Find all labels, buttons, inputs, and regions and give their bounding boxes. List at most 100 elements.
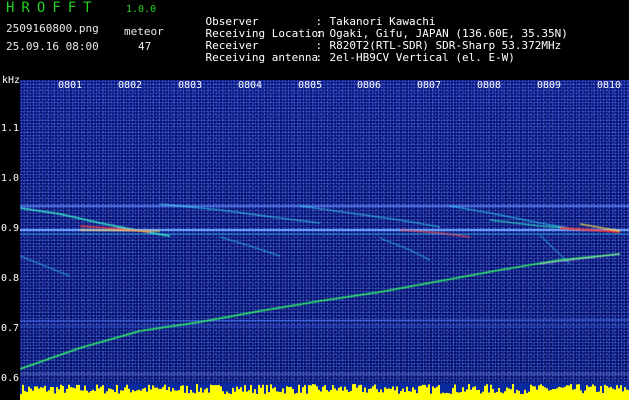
strip-bar	[516, 389, 518, 400]
strip-bar	[460, 391, 462, 400]
strip-bar	[492, 388, 494, 400]
strip-bar	[60, 384, 62, 400]
meteor-trace	[449, 205, 581, 231]
strip-bar	[120, 390, 122, 400]
strip-bar	[210, 384, 212, 400]
strip-bar	[188, 393, 190, 400]
strip-bar	[626, 389, 628, 400]
strip-bar	[160, 388, 162, 400]
strip-bar	[344, 386, 346, 400]
strip-bar	[602, 392, 604, 400]
strip-bar	[484, 385, 486, 400]
strip-bar	[296, 392, 298, 400]
strip-bar	[88, 392, 90, 400]
strip-bar	[536, 389, 538, 400]
strip-bar	[132, 389, 134, 400]
strip-bar	[110, 388, 112, 400]
strip-bar	[204, 389, 206, 400]
strip-bar	[230, 393, 232, 400]
strip-bar	[38, 388, 40, 400]
strip-bar	[122, 390, 124, 400]
meteor-label: meteor	[124, 25, 164, 38]
strip-bar	[336, 390, 338, 400]
x-tick-label: 0802	[118, 80, 143, 91]
strip-bar	[582, 393, 584, 400]
strip-bar	[446, 392, 448, 400]
strip-bar	[356, 387, 358, 400]
strip-bar	[490, 384, 492, 400]
x-tick-label: 0808	[477, 80, 502, 91]
strip-bar	[152, 385, 154, 400]
app-version: 1.0.0	[126, 4, 157, 15]
strip-bar	[214, 385, 216, 400]
strip-bar	[342, 390, 344, 400]
strip-bar	[320, 391, 322, 400]
strip-bar	[280, 391, 282, 400]
meteor-trace	[20, 255, 71, 277]
strip-bar	[538, 385, 540, 400]
strip-bar	[240, 387, 242, 400]
app-name: HROFFT	[6, 0, 99, 16]
strip-bar	[282, 388, 284, 400]
strip-bar	[486, 384, 488, 400]
strip-bar	[208, 392, 210, 400]
y-tick-label: 0.8	[1, 273, 20, 284]
strip-bar	[430, 393, 432, 400]
strip-bar	[196, 384, 198, 400]
strip-bar	[416, 393, 418, 400]
strip-bar	[598, 391, 600, 400]
strip-bar	[576, 384, 578, 400]
x-tick-label: 0801	[58, 80, 83, 91]
strip-bar	[546, 388, 548, 400]
strip-bar	[540, 384, 542, 400]
strip-bar	[172, 388, 174, 400]
strip-bar	[408, 391, 410, 400]
strip-bar	[334, 388, 336, 400]
strip-bar	[524, 389, 526, 400]
strip-bar	[526, 393, 528, 400]
strip-bar	[610, 386, 612, 400]
strip-bar	[168, 386, 170, 400]
strip-bar	[372, 386, 374, 400]
strip-bar	[46, 391, 48, 400]
strip-bar	[278, 391, 280, 400]
strip-bar	[32, 390, 34, 400]
x-tick-label: 0807	[417, 80, 442, 91]
strip-bar	[236, 386, 238, 400]
strip-bar	[622, 391, 624, 400]
strip-bar	[270, 384, 272, 400]
strip-bar	[40, 387, 42, 400]
timestamp: 25.09.16 08:00	[6, 40, 99, 53]
strip-bar	[506, 387, 508, 400]
info-key: Receiving antenna	[205, 51, 319, 64]
strip-bar	[328, 391, 330, 400]
strip-bar	[264, 393, 266, 400]
strip-bar	[76, 384, 78, 400]
strip-bar	[224, 393, 226, 400]
strip-bar	[364, 387, 366, 400]
strip-bar	[560, 387, 562, 400]
strip-bar	[246, 391, 248, 400]
strip-bar	[130, 392, 132, 400]
strip-bar	[362, 392, 364, 400]
strip-bar	[570, 384, 572, 400]
spectrogram-traces	[20, 203, 629, 400]
strip-bar	[82, 390, 84, 400]
strip-bar	[180, 386, 182, 400]
meteor-trace	[79, 229, 161, 232]
y-tick-label: 1.1	[1, 123, 20, 134]
strip-bar	[80, 390, 82, 400]
strip-bar	[150, 389, 152, 400]
strip-bar	[78, 384, 80, 400]
strip-bar	[272, 388, 274, 400]
strip-bar	[102, 385, 104, 400]
strip-bar	[548, 390, 550, 400]
strip-bar	[360, 384, 362, 400]
strip-bar	[232, 387, 234, 400]
strip-bar	[520, 393, 522, 400]
strip-bar	[146, 391, 148, 400]
strip-bar	[504, 391, 506, 400]
strip-bar	[134, 391, 136, 400]
strip-bar	[44, 385, 46, 400]
strip-bar	[220, 386, 222, 400]
